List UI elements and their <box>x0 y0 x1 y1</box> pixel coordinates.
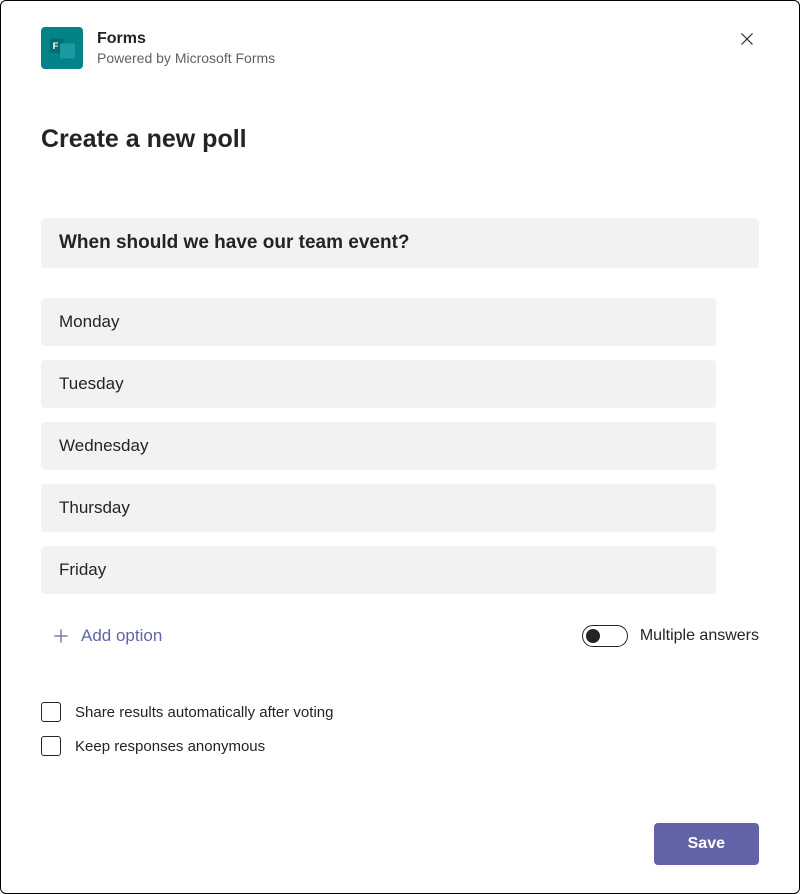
share-results-row: Share results automatically after voting <box>41 702 759 722</box>
add-option-label: Add option <box>81 626 162 646</box>
page-title: Create a new poll <box>41 125 759 154</box>
close-button[interactable] <box>735 27 759 51</box>
close-icon <box>738 30 756 48</box>
option-input[interactable] <box>41 360 716 408</box>
anonymous-row: Keep responses anonymous <box>41 736 759 756</box>
multiple-answers-control: Multiple answers <box>582 625 759 647</box>
share-results-label: Share results automatically after voting <box>75 704 333 721</box>
forms-app-icon: F <box>41 27 83 69</box>
app-title: Forms <box>97 29 275 48</box>
plus-icon <box>51 626 71 646</box>
svg-text:F: F <box>53 41 59 51</box>
multiple-answers-toggle[interactable] <box>582 625 628 647</box>
multiple-answers-label: Multiple answers <box>640 627 759 645</box>
header-text: Forms Powered by Microsoft Forms <box>97 29 275 66</box>
option-input[interactable] <box>41 546 716 594</box>
dialog-header: F Forms Powered by Microsoft Forms <box>41 27 759 69</box>
share-results-checkbox[interactable] <box>41 702 61 722</box>
option-input[interactable] <box>41 422 716 470</box>
app-subtitle: Powered by Microsoft Forms <box>97 49 275 67</box>
toggle-knob-icon <box>586 629 600 643</box>
options-actions-row: Add option Multiple answers <box>41 620 759 652</box>
options-list <box>41 298 716 594</box>
option-input[interactable] <box>41 298 716 346</box>
anonymous-checkbox[interactable] <box>41 736 61 756</box>
anonymous-label: Keep responses anonymous <box>75 738 265 755</box>
option-input[interactable] <box>41 484 716 532</box>
poll-question-input[interactable] <box>41 218 759 268</box>
save-button[interactable]: Save <box>654 823 759 865</box>
add-option-button[interactable]: Add option <box>41 620 172 652</box>
